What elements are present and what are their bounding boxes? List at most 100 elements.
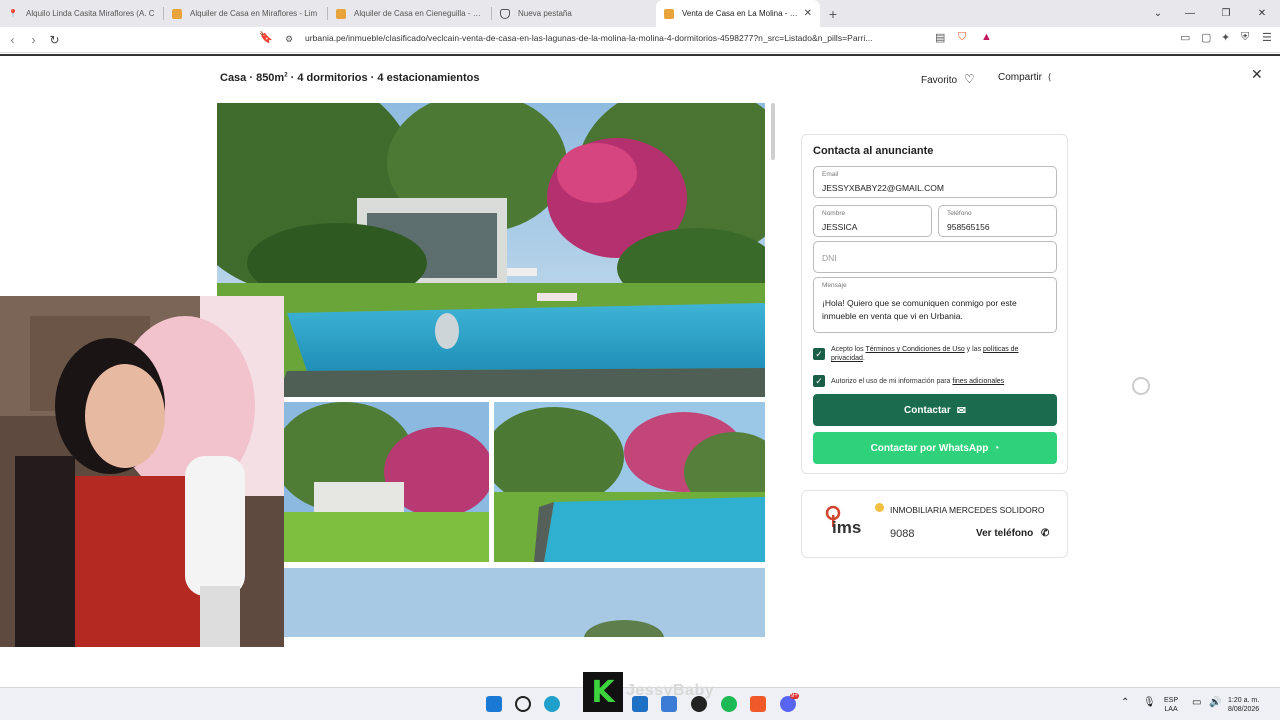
see-phone-button[interactable]: Ver teléfono ✆ [976, 528, 1049, 539]
location-pin-icon: 📍 [8, 9, 18, 18]
message-value: ¡Hola! Quiero que se comuniquen conmigo … [822, 298, 1017, 321]
close-tab-icon[interactable]: ✕ [804, 8, 812, 19]
email-field[interactable]: Email JESSYXBABY22@GMAIL.COM [813, 166, 1057, 198]
contact-title: Contacta al anunciante [813, 145, 934, 157]
consent-checkbox[interactable]: ✓ [813, 375, 825, 387]
svg-text:ims: ims [832, 518, 861, 537]
contact-form-card: Contacta al anunciante Email JESSYXBABY2… [801, 134, 1068, 474]
sidebar-icon[interactable]: ▭ [1180, 31, 1190, 44]
forward-icon[interactable]: › [23, 29, 44, 51]
phone-label: Teléfono [947, 210, 972, 217]
webcam-overlay [0, 296, 284, 647]
dni-field[interactable]: DNI [813, 241, 1057, 273]
new-tab-button[interactable]: + [820, 0, 846, 27]
edge-icon[interactable] [544, 696, 560, 712]
tab-alquiler-cieneguilla[interactable]: Alquiler de Casa en Cieneguilla - Lim [328, 0, 492, 27]
close-window-button[interactable]: ✕ [1244, 0, 1280, 27]
message-label: Mensaje [822, 282, 847, 289]
tab-title: Nueva pestaña [518, 9, 572, 18]
urbania-favicon-icon [664, 8, 674, 19]
spotify-icon[interactable] [721, 696, 737, 712]
brave-shield-icon[interactable]: ⛉ [958, 31, 966, 44]
notification-badge: 9+ [790, 693, 799, 699]
window-controls: ⌄ — ❐ ✕ [1144, 0, 1280, 27]
name-label: Nombre [822, 210, 846, 217]
gallery-scrollbar[interactable] [771, 103, 775, 160]
main-photo[interactable] [217, 103, 765, 397]
windows-start-icon[interactable] [486, 696, 502, 712]
network-icon[interactable]: ▭ [1192, 698, 1201, 708]
reload-icon[interactable]: ↻ [44, 29, 65, 51]
store-icon[interactable] [661, 696, 677, 712]
input-language[interactable]: ESP LAA [1164, 696, 1178, 714]
urbania-favicon-icon [172, 8, 182, 19]
name-field[interactable]: Nombre JESSICA [813, 205, 932, 237]
brave-icon[interactable] [750, 696, 766, 712]
close-gallery-icon[interactable]: ✕ [1251, 66, 1263, 83]
browser-toolbar: ‹ › ↻ 🔖 ⚙ urbania.pe/inmueble/clasificad… [0, 27, 1280, 53]
listing-headline: Casa · 850m2 · 4 dormitorios · 4 estacio… [220, 72, 480, 84]
phone-icon: ✆ [1041, 528, 1050, 539]
restore-button[interactable]: ❐ [1208, 0, 1244, 27]
share-icon: ⟨ [1047, 72, 1052, 82]
tab-title: Venta de Casa en La Molina - Lim [682, 9, 800, 18]
whatsapp-icon: ◔ [993, 442, 1000, 454]
terms-link[interactable]: Términos y Condiciones de Uso [866, 346, 965, 353]
outlook-icon[interactable] [632, 696, 648, 712]
consent-link[interactable]: fines adicionales [952, 378, 1004, 385]
bookmark-icon[interactable]: 🔖 [259, 31, 273, 44]
tab-alquiler-miraflores[interactable]: Alquiler de Casa en Miraflores - Lim [164, 0, 328, 27]
favorite-button[interactable]: Favorito ♡ [921, 72, 975, 86]
consent-text: Autorizo el uso de mi información para f… [831, 378, 1005, 385]
vpn-icon[interactable]: ⛨ [1241, 31, 1249, 44]
photo-thumbnail-garden[interactable] [284, 402, 489, 562]
site-info-icon[interactable]: ⚙ [285, 34, 293, 45]
menu-icon[interactable]: ☰ [1262, 31, 1272, 44]
dni-placeholder: DNI [822, 253, 837, 263]
agent-card: ims INMOBILIARIA MERCEDES SOLIDORO 9088 … [801, 490, 1068, 558]
mail-icon: ✉ [956, 404, 966, 417]
share-button[interactable]: Compartir ⟨ [998, 72, 1051, 83]
minimize-button[interactable]: — [1172, 0, 1208, 27]
leo-ai-icon[interactable]: ✦ [1221, 31, 1230, 44]
shield-icon [500, 8, 510, 19]
ims-logo: ims [822, 505, 868, 541]
photo-thumbnail-sky[interactable] [284, 568, 765, 637]
reader-mode-icon[interactable]: ▤ [935, 31, 945, 44]
email-label: Email [822, 171, 839, 178]
message-field[interactable]: Mensaje ¡Hola! Quiero que se comuniquen … [813, 277, 1057, 333]
tab-title: Alquiler de Casa en Cieneguilla - Lim [354, 9, 484, 18]
volume-icon[interactable]: 🔊 [1209, 698, 1221, 708]
microphone-icon[interactable]: 🎙 [1143, 698, 1156, 708]
tab-nueva-pestana[interactable]: Nueva pestaña [492, 0, 656, 27]
browser-tab-strip: 📍 Alquilo Linda Casita Miraflores (A. C … [0, 0, 1280, 27]
obs-icon[interactable] [691, 696, 707, 712]
phone-field[interactable]: Teléfono 958565156 [938, 205, 1057, 237]
wallet-icon[interactable]: ▢ [1201, 31, 1211, 44]
windows-taskbar: K JessyBaby 9+ ⌃ 🎙 ESP LAA ▭ 🔊 1:20 a. m.… [0, 672, 1280, 720]
whatsapp-button[interactable]: Contactar por WhatsApp ◔ [813, 432, 1057, 464]
email-value: JESSYXBABY22@GMAIL.COM [822, 183, 945, 193]
clock[interactable]: 1:20 a. m. 8/08/2026 [1228, 696, 1259, 714]
agent-name: INMOBILIARIA MERCEDES SOLIDORO [890, 505, 1045, 515]
address-bar[interactable]: urbania.pe/inmueble/clasificado/veclcain… [305, 33, 873, 43]
tab-title: Alquilo Linda Casita Miraflores (A. C [26, 9, 155, 18]
terms-checkbox[interactable]: ✓ [813, 348, 825, 360]
tab-venta-la-molina[interactable]: Venta de Casa en La Molina - Lim ✕ [656, 0, 820, 27]
agent-phone-partial: 9088 [890, 528, 915, 540]
tray-chevron-icon[interactable]: ⌃ [1121, 698, 1129, 708]
phone-value: 958565156 [947, 222, 990, 232]
photo-thumbnail-pool[interactable] [494, 402, 765, 562]
verified-badge-icon [875, 503, 884, 512]
tab-search-icon[interactable]: ⌄ [1144, 0, 1172, 27]
terms-text: Acepto los Términos y Condiciones de Uso… [831, 346, 1019, 362]
contact-button[interactable]: Contactar ✉ [813, 394, 1057, 426]
stream-logo: K [583, 672, 623, 712]
name-value: JESSICA [822, 222, 858, 232]
brave-rewards-icon[interactable]: ▲ [981, 31, 992, 43]
loading-spinner-icon [1132, 377, 1150, 395]
back-icon[interactable]: ‹ [2, 29, 23, 51]
tab-alquilo-miraflores[interactable]: 📍 Alquilo Linda Casita Miraflores (A. C [0, 0, 164, 27]
search-icon[interactable] [515, 696, 531, 712]
heart-icon: ♡ [963, 72, 975, 86]
